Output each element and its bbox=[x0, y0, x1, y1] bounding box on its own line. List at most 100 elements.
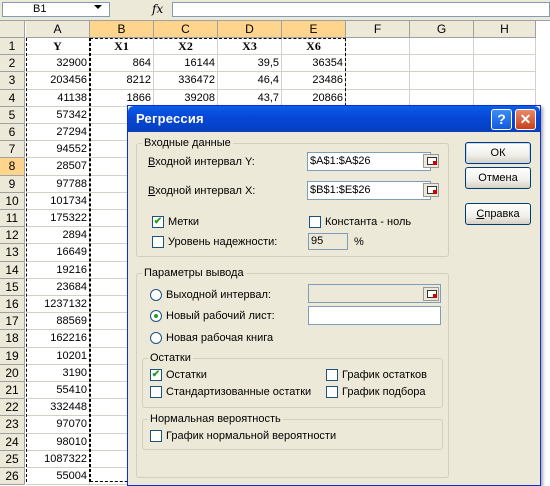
cell[interactable] bbox=[410, 72, 474, 90]
row-header[interactable]: 1 bbox=[0, 38, 25, 56]
cell[interactable]: 2894 bbox=[26, 227, 90, 245]
cell[interactable]: 864 bbox=[90, 55, 154, 73]
cell[interactable]: 23486 bbox=[282, 72, 346, 90]
row-header[interactable]: 5 bbox=[0, 106, 25, 124]
row-header[interactable]: 25 bbox=[0, 450, 25, 468]
row-header[interactable]: 9 bbox=[0, 175, 25, 193]
row-header[interactable]: 15 bbox=[0, 278, 25, 296]
column-header-e[interactable]: E bbox=[282, 21, 346, 38]
help-icon[interactable]: ? bbox=[491, 109, 512, 130]
row-header[interactable]: 10 bbox=[0, 192, 25, 210]
cell[interactable]: 336472 bbox=[154, 72, 218, 90]
dialog-titlebar[interactable]: Регрессия ? ✕ bbox=[128, 106, 540, 132]
cell[interactable]: 1237132 bbox=[26, 296, 90, 314]
row-header[interactable]: 14 bbox=[0, 261, 25, 279]
cell[interactable]: 8212 bbox=[90, 72, 154, 90]
cell[interactable]: 39,5 bbox=[218, 55, 282, 73]
y-range-input[interactable]: $A$1:$A$26 bbox=[307, 152, 431, 171]
close-icon[interactable]: ✕ bbox=[515, 109, 536, 130]
cell[interactable] bbox=[474, 38, 536, 56]
cell[interactable]: 88569 bbox=[26, 313, 90, 331]
row-header[interactable]: 16 bbox=[0, 296, 25, 314]
x-range-input[interactable]: $B$1:$E$26 bbox=[307, 181, 431, 200]
column-header-d[interactable]: D bbox=[218, 21, 282, 38]
cell[interactable]: X1 bbox=[90, 38, 154, 56]
std-residuals-checkbox[interactable] bbox=[150, 386, 162, 398]
cell[interactable]: 46,4 bbox=[218, 72, 282, 90]
cell[interactable]: 16144 bbox=[154, 55, 218, 73]
cell[interactable]: 27294 bbox=[26, 124, 90, 142]
y-range-collapse-icon[interactable] bbox=[423, 154, 439, 168]
cell[interactable] bbox=[474, 55, 536, 73]
row-header[interactable]: 26 bbox=[0, 468, 25, 486]
cell[interactable] bbox=[410, 55, 474, 73]
cell[interactable]: 1087322 bbox=[26, 450, 90, 468]
column-header-a[interactable]: A bbox=[26, 21, 90, 38]
cell[interactable]: 28507 bbox=[26, 158, 90, 176]
output-range-collapse-icon[interactable] bbox=[423, 287, 439, 301]
cell[interactable]: 16649 bbox=[26, 244, 90, 262]
cell[interactable]: 19216 bbox=[26, 261, 90, 279]
residuals-checkbox[interactable]: ✔ bbox=[150, 369, 162, 381]
formula-input[interactable] bbox=[172, 2, 550, 17]
cell[interactable]: 32900 bbox=[26, 55, 90, 73]
normal-plot-checkbox[interactable] bbox=[150, 430, 162, 442]
cell[interactable]: X3 bbox=[218, 38, 282, 56]
row-header[interactable]: 12 bbox=[0, 227, 25, 245]
row-header[interactable]: 24 bbox=[0, 433, 25, 451]
x-range-collapse-icon[interactable] bbox=[423, 183, 439, 197]
cell[interactable]: 55004 bbox=[26, 468, 90, 486]
output-range-input[interactable] bbox=[308, 284, 441, 303]
select-all-corner[interactable] bbox=[0, 21, 25, 38]
cell[interactable]: 10201 bbox=[26, 347, 90, 365]
column-header-g[interactable]: G bbox=[410, 21, 474, 38]
help-button[interactable]: Справка bbox=[465, 203, 531, 225]
row-header[interactable]: 19 bbox=[0, 347, 25, 365]
cell[interactable]: 55410 bbox=[26, 382, 90, 400]
new-book-radio[interactable] bbox=[150, 332, 162, 344]
cancel-button[interactable]: Отмена bbox=[465, 167, 531, 189]
cell[interactable]: X2 bbox=[154, 38, 218, 56]
function-icon[interactable]: fx bbox=[152, 2, 163, 16]
cell[interactable] bbox=[474, 72, 536, 90]
row-header[interactable]: 13 bbox=[0, 244, 25, 262]
cell[interactable]: 98010 bbox=[26, 433, 90, 451]
column-header-f[interactable]: F bbox=[346, 21, 410, 38]
column-header-h[interactable]: H bbox=[474, 21, 536, 38]
new-sheet-radio[interactable] bbox=[150, 310, 162, 322]
row-header[interactable]: 18 bbox=[0, 330, 25, 348]
cell[interactable]: 23684 bbox=[26, 278, 90, 296]
cell[interactable] bbox=[346, 55, 410, 73]
cell[interactable]: 3190 bbox=[26, 364, 90, 382]
cell[interactable]: 41138 bbox=[26, 89, 90, 107]
row-header[interactable]: 3 bbox=[0, 72, 25, 90]
output-range-radio[interactable] bbox=[150, 289, 162, 301]
cell[interactable]: 36354 bbox=[282, 55, 346, 73]
row-header[interactable]: 17 bbox=[0, 313, 25, 331]
cell[interactable] bbox=[346, 72, 410, 90]
cell[interactable]: X6 bbox=[282, 38, 346, 56]
cell[interactable]: 97788 bbox=[26, 175, 90, 193]
line-fit-checkbox[interactable] bbox=[326, 386, 338, 398]
cell[interactable]: 175322 bbox=[26, 210, 90, 228]
row-header[interactable]: 4 bbox=[0, 89, 25, 107]
confidence-checkbox[interactable] bbox=[152, 236, 164, 248]
name-box-dropdown-icon[interactable] bbox=[94, 5, 102, 9]
cell[interactable]: 57342 bbox=[26, 106, 90, 124]
column-header-c[interactable]: C bbox=[154, 21, 218, 38]
residual-plot-checkbox[interactable] bbox=[326, 369, 338, 381]
ok-button[interactable]: ОК bbox=[465, 142, 531, 164]
cell[interactable]: 101734 bbox=[26, 192, 90, 210]
labels-checkbox[interactable]: ✔ bbox=[152, 216, 164, 228]
new-sheet-input[interactable] bbox=[308, 306, 441, 325]
row-header[interactable]: 21 bbox=[0, 382, 25, 400]
cell[interactable] bbox=[346, 38, 410, 56]
row-header[interactable]: 23 bbox=[0, 416, 25, 434]
row-header[interactable]: 6 bbox=[0, 124, 25, 142]
cell[interactable]: 94552 bbox=[26, 141, 90, 159]
cell[interactable]: 203456 bbox=[26, 72, 90, 90]
cell[interactable]: Y bbox=[26, 38, 90, 56]
cell[interactable] bbox=[410, 38, 474, 56]
confidence-input[interactable]: 95 bbox=[308, 233, 348, 250]
cell[interactable]: 332448 bbox=[26, 399, 90, 417]
